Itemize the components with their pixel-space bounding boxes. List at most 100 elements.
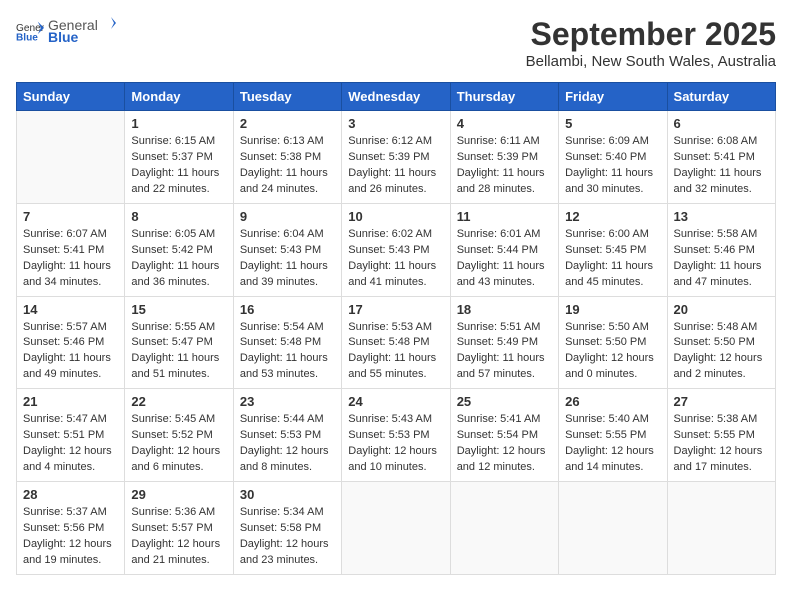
week-row-4: 21 Sunrise: 5:47 AM Sunset: 5:51 PM Dayli… [17, 389, 776, 482]
weekday-header-row: SundayMondayTuesdayWednesdayThursdayFrid… [17, 83, 776, 111]
day-info: Sunrise: 6:02 AM Sunset: 5:43 PM Dayligh… [348, 227, 443, 291]
day-number: 22 [131, 394, 226, 409]
day-info: Sunrise: 6:12 AM Sunset: 5:39 PM Dayligh… [348, 134, 443, 198]
week-row-1: 1 Sunrise: 6:15 AM Sunset: 5:37 PM Daylig… [17, 111, 776, 204]
day-number: 7 [23, 209, 118, 224]
day-number: 4 [457, 116, 552, 131]
day-info: Sunrise: 5:47 AM Sunset: 5:51 PM Dayligh… [23, 412, 118, 476]
day-info: Sunrise: 5:40 AM Sunset: 5:55 PM Dayligh… [565, 412, 660, 476]
calendar-cell: 28 Sunrise: 5:37 AM Sunset: 5:56 PM Dayli… [17, 482, 125, 575]
day-number: 23 [240, 394, 335, 409]
day-info: Sunrise: 5:38 AM Sunset: 5:55 PM Dayligh… [674, 412, 769, 476]
weekday-header-wednesday: Wednesday [342, 83, 450, 111]
calendar-cell: 22 Sunrise: 5:45 AM Sunset: 5:52 PM Dayli… [125, 389, 233, 482]
calendar-cell: 15 Sunrise: 5:55 AM Sunset: 5:47 PM Dayli… [125, 296, 233, 389]
day-info: Sunrise: 5:36 AM Sunset: 5:57 PM Dayligh… [131, 505, 226, 569]
day-info: Sunrise: 6:15 AM Sunset: 5:37 PM Dayligh… [131, 134, 226, 198]
day-info: Sunrise: 6:07 AM Sunset: 5:41 PM Dayligh… [23, 227, 118, 291]
day-number: 10 [348, 209, 443, 224]
calendar-cell: 25 Sunrise: 5:41 AM Sunset: 5:54 PM Dayli… [450, 389, 558, 482]
calendar-cell: 13Sunrise: 5:58 AM Sunset: 5:46 PM Dayli… [667, 203, 775, 296]
calendar-cell: 7 Sunrise: 6:07 AM Sunset: 5:41 PM Daylig… [17, 203, 125, 296]
day-number: 8 [131, 209, 226, 224]
day-number: 2 [240, 116, 335, 131]
calendar-cell [17, 111, 125, 204]
day-number: 24 [348, 394, 443, 409]
calendar-cell: 9 Sunrise: 6:04 AM Sunset: 5:43 PM Daylig… [233, 203, 341, 296]
day-info: Sunrise: 5:41 AM Sunset: 5:54 PM Dayligh… [457, 412, 552, 476]
calendar-cell [450, 482, 558, 575]
calendar-cell [559, 482, 667, 575]
weekday-header-tuesday: Tuesday [233, 83, 341, 111]
calendar-cell: 26 Sunrise: 5:40 AM Sunset: 5:55 PM Dayli… [559, 389, 667, 482]
day-number: 28 [23, 487, 118, 502]
day-number: 5 [565, 116, 660, 131]
page-header: General Blue General Blue September 2025… [16, 16, 776, 70]
calendar-cell: 4 Sunrise: 6:11 AM Sunset: 5:39 PM Daylig… [450, 111, 558, 204]
day-info: Sunrise: 5:50 AM Sunset: 5:50 PM Dayligh… [565, 320, 660, 384]
day-number: 29 [131, 487, 226, 502]
week-row-2: 7 Sunrise: 6:07 AM Sunset: 5:41 PM Daylig… [17, 203, 776, 296]
day-info: Sunrise: 5:54 AM Sunset: 5:48 PM Dayligh… [240, 320, 335, 384]
day-number: 6 [674, 116, 769, 131]
day-info: Sunrise: 6:04 AM Sunset: 5:43 PM Dayligh… [240, 227, 335, 291]
calendar-cell: 16 Sunrise: 5:54 AM Sunset: 5:48 PM Dayli… [233, 296, 341, 389]
day-info: Sunrise: 6:11 AM Sunset: 5:39 PM Dayligh… [457, 134, 552, 198]
day-number: 16 [240, 302, 335, 317]
day-info: Sunrise: 6:00 AM Sunset: 5:45 PM Dayligh… [565, 227, 660, 291]
calendar-cell: 21 Sunrise: 5:47 AM Sunset: 5:51 PM Dayli… [17, 389, 125, 482]
day-info: Sunrise: 5:55 AM Sunset: 5:47 PM Dayligh… [131, 320, 226, 384]
day-number: 14 [23, 302, 118, 317]
calendar-cell: 24Sunrise: 5:43 AM Sunset: 5:53 PM Dayli… [342, 389, 450, 482]
day-info: Sunrise: 5:48 AM Sunset: 5:50 PM Dayligh… [674, 320, 769, 384]
weekday-header-friday: Friday [559, 83, 667, 111]
day-number: 27 [674, 394, 769, 409]
calendar-cell: 30 Sunrise: 5:34 AM Sunset: 5:58 PM Dayli… [233, 482, 341, 575]
calendar-cell: 10 Sunrise: 6:02 AM Sunset: 5:43 PM Dayli… [342, 203, 450, 296]
calendar-cell: 5 Sunrise: 6:09 AM Sunset: 5:40 PM Daylig… [559, 111, 667, 204]
day-info: Sunrise: 6:13 AM Sunset: 5:38 PM Dayligh… [240, 134, 335, 198]
day-number: 19 [565, 302, 660, 317]
title-area: September 2025 Bellambi, New South Wales… [526, 16, 776, 70]
calendar-cell [667, 482, 775, 575]
day-info: Sunrise: 5:51 AM Sunset: 5:49 PM Dayligh… [457, 320, 552, 384]
day-info: Sunrise: 6:01 AM Sunset: 5:44 PM Dayligh… [457, 227, 552, 291]
day-info: Sunrise: 5:58 AM Sunset: 5:46 PM Dayligh… [674, 227, 769, 291]
day-info: Sunrise: 5:45 AM Sunset: 5:52 PM Dayligh… [131, 412, 226, 476]
day-number: 15 [131, 302, 226, 317]
day-info: Sunrise: 5:37 AM Sunset: 5:56 PM Dayligh… [23, 505, 118, 569]
calendar-cell: 27 Sunrise: 5:38 AM Sunset: 5:55 PM Dayli… [667, 389, 775, 482]
calendar-table: SundayMondayTuesdayWednesdayThursdayFrid… [16, 82, 776, 575]
day-number: 11 [457, 209, 552, 224]
day-info: Sunrise: 6:09 AM Sunset: 5:40 PM Dayligh… [565, 134, 660, 198]
calendar-cell [342, 482, 450, 575]
calendar-cell: 18 Sunrise: 5:51 AM Sunset: 5:49 PM Dayli… [450, 296, 558, 389]
day-number: 18 [457, 302, 552, 317]
weekday-header-thursday: Thursday [450, 83, 558, 111]
logo: General Blue General Blue [16, 16, 118, 45]
day-number: 21 [23, 394, 118, 409]
calendar-cell: 11 Sunrise: 6:01 AM Sunset: 5:44 PM Dayli… [450, 203, 558, 296]
day-number: 25 [457, 394, 552, 409]
day-number: 26 [565, 394, 660, 409]
calendar-cell: 17Sunrise: 5:53 AM Sunset: 5:48 PM Dayli… [342, 296, 450, 389]
day-info: Sunrise: 6:08 AM Sunset: 5:41 PM Dayligh… [674, 134, 769, 198]
month-title: September 2025 [526, 16, 776, 53]
day-number: 9 [240, 209, 335, 224]
day-number: 30 [240, 487, 335, 502]
logo-arrow-icon [99, 16, 117, 30]
calendar-cell: 29 Sunrise: 5:36 AM Sunset: 5:57 PM Dayli… [125, 482, 233, 575]
location-title: Bellambi, New South Wales, Australia [526, 53, 776, 70]
day-number: 17 [348, 302, 443, 317]
day-number: 3 [348, 116, 443, 131]
day-info: Sunrise: 5:34 AM Sunset: 5:58 PM Dayligh… [240, 505, 335, 569]
day-number: 1 [131, 116, 226, 131]
day-info: Sunrise: 6:05 AM Sunset: 5:42 PM Dayligh… [131, 227, 226, 291]
calendar-cell: 1 Sunrise: 6:15 AM Sunset: 5:37 PM Daylig… [125, 111, 233, 204]
day-info: Sunrise: 5:44 AM Sunset: 5:53 PM Dayligh… [240, 412, 335, 476]
calendar-cell: 6 Sunrise: 6:08 AM Sunset: 5:41 PM Daylig… [667, 111, 775, 204]
week-row-5: 28 Sunrise: 5:37 AM Sunset: 5:56 PM Dayli… [17, 482, 776, 575]
calendar-cell: 3 Sunrise: 6:12 AM Sunset: 5:39 PM Daylig… [342, 111, 450, 204]
calendar-cell: 8 Sunrise: 6:05 AM Sunset: 5:42 PM Daylig… [125, 203, 233, 296]
calendar-cell: 12Sunrise: 6:00 AM Sunset: 5:45 PM Dayli… [559, 203, 667, 296]
